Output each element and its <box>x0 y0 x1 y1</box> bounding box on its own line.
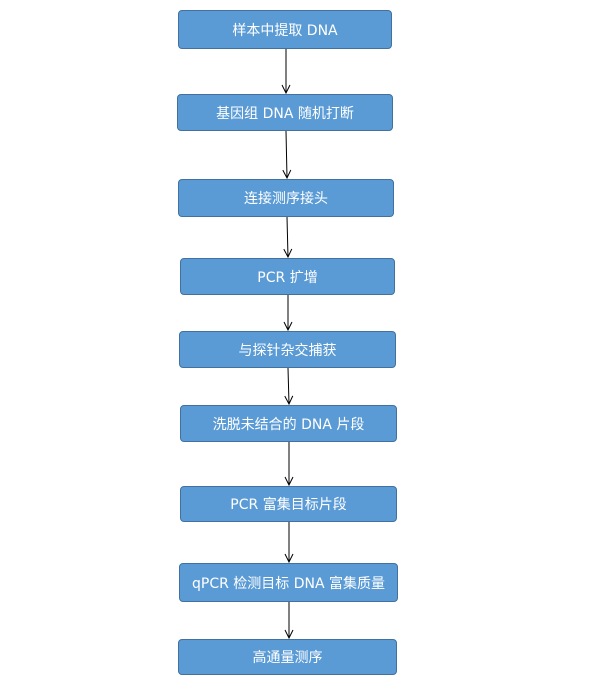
arrow-2 <box>286 130 287 178</box>
step-7-pcr-enrich: PCR 富集目标片段 <box>180 486 397 522</box>
step-5-probe-hybridize: 与探针杂交捕获 <box>179 331 396 368</box>
step-9-sequencing: 高通量测序 <box>178 639 397 675</box>
step-3-ligate-adapters: 连接测序接头 <box>178 179 394 217</box>
step-label: 基因组 DNA 随机打断 <box>216 105 354 122</box>
step-1-extract-dna: 样本中提取 DNA <box>178 10 392 49</box>
arrow-3 <box>287 216 288 257</box>
step-2-fragment-dna: 基因组 DNA 随机打断 <box>177 94 393 131</box>
step-label: PCR 扩增 <box>257 269 318 286</box>
step-label: PCR 富集目标片段 <box>230 497 347 513</box>
step-4-pcr-amplify: PCR 扩增 <box>180 258 395 295</box>
step-6-wash-unbound: 洗脱未结合的 DNA 片段 <box>180 405 397 442</box>
step-label: 样本中提取 DNA <box>232 22 338 39</box>
step-label: 高通量测序 <box>252 650 323 666</box>
arrow-5 <box>288 367 289 404</box>
step-label: 连接测序接头 <box>244 191 328 207</box>
step-label: 与探针杂交捕获 <box>238 342 337 359</box>
step-label: qPCR 检测目标 DNA 富集质量 <box>191 575 385 592</box>
step-8-qpcr-check: qPCR 检测目标 DNA 富集质量 <box>179 563 398 602</box>
step-label: 洗脱未结合的 DNA 片段 <box>212 416 365 433</box>
